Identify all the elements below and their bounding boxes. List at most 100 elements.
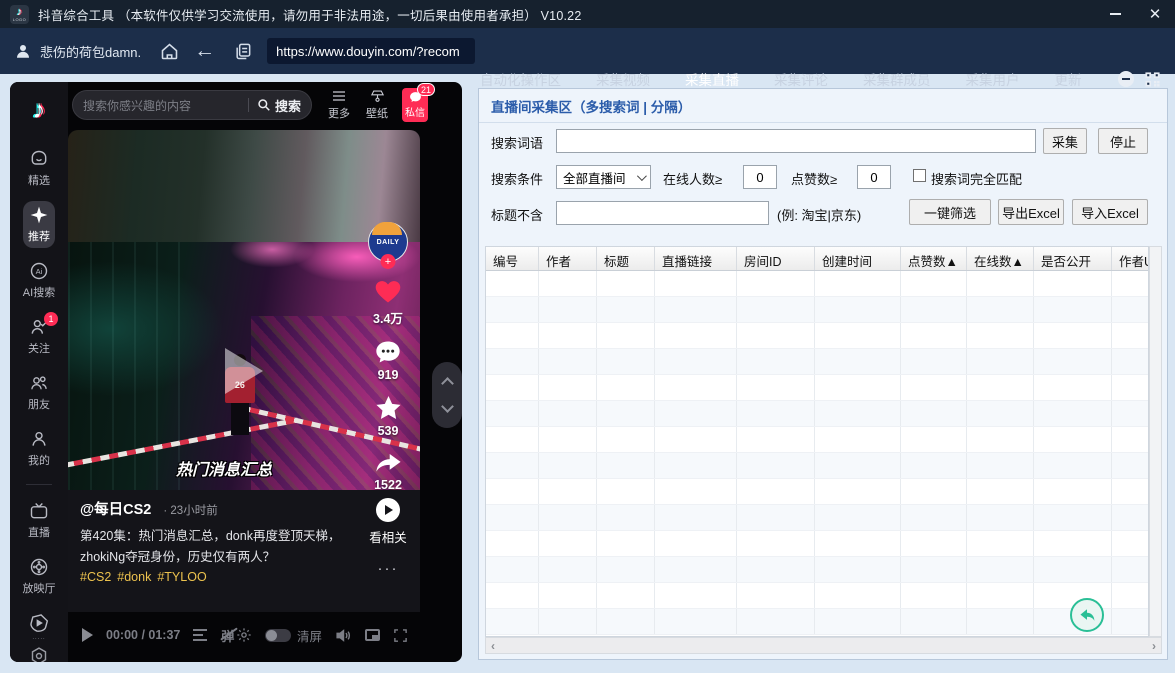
export-excel-button[interactable]: 导出Excel [998,199,1064,225]
column-header-8[interactable]: 是否公开 [1034,247,1112,270]
video-nav-pill [432,362,462,428]
hashtag-2[interactable]: #TYLOO [157,570,206,584]
collection-panel: 直播间采集区（多搜索词 | 分隔） 搜索词语 采集 停止 搜索条件 全部直播间 … [478,88,1168,660]
collect-button[interactable]: 采集 [1043,128,1087,154]
volume-icon[interactable] [335,628,352,643]
online-count-input[interactable] [743,165,777,189]
playlist-icon[interactable] [193,629,208,641]
back-icon[interactable]: ← [194,40,215,61]
table-row [486,505,1148,531]
app-title: 抖音综合工具 （本软件仅供学习交流使用，请勿用于非法用途，一切后果由使用者承担）… [38,8,582,23]
sidebar-item-live[interactable]: 直播 [23,497,55,544]
next-video-button[interactable] [440,399,454,413]
copy-pages-icon[interactable] [233,41,253,61]
sidebar-item-profile[interactable]: 我的 [23,425,55,472]
douyin-search-input[interactable]: 搜索你感兴趣的内容 搜索 [72,90,312,120]
column-header-4[interactable]: 房间ID [737,247,815,270]
app-logo-icon: ♪ LOGO [10,4,29,24]
sidebar-item-featured[interactable]: 精选 [23,145,55,192]
qr-code-icon[interactable] [1144,71,1161,88]
results-table: 编号作者标题直播链接房间ID创建时间点赞数▲在线数▲是否公开作者UI [485,246,1149,637]
video-caption: 热门消息汇总 [175,462,272,479]
pip-icon[interactable] [365,629,380,641]
related-videos-button[interactable]: 看相关 ··· [362,498,414,577]
reply-arrow-icon [1080,609,1095,621]
stop-button[interactable]: 停止 [1098,128,1148,154]
sidebar-divider [26,484,52,485]
floating-back-button[interactable] [1070,598,1104,632]
play-button[interactable] [82,628,93,642]
column-header-7[interactable]: 在线数▲ [967,247,1034,270]
table-row [486,453,1148,479]
time-display: 00:00 / 01:37 [106,628,181,642]
douyin-search-button[interactable]: 搜索 [257,96,301,115]
search-condition-label: 搜索条件 [491,172,544,187]
wallpaper-button[interactable]: 壁纸 [366,89,388,121]
player-controls: 00:00 / 01:37 弹 清屏 [68,612,420,658]
related-play-icon [376,498,400,522]
clear-screen-toggle[interactable] [264,628,291,642]
table-vertical-scrollbar[interactable] [1149,246,1162,637]
url-input[interactable] [267,38,476,64]
comment-count: 919 [377,368,399,382]
author-name[interactable]: @每日CS2 [80,502,151,518]
exact-match-checkbox[interactable] [913,169,926,182]
import-excel-button[interactable]: 导入Excel [1072,199,1148,225]
ai-search-icon: Ai [29,261,49,281]
clear-screen-label: 清屏 [296,629,322,644]
sidebar-item-cinema[interactable]: 放映厅 [18,553,61,600]
minimize-button[interactable] [1095,0,1135,28]
play-overlay-icon[interactable] [225,347,263,394]
one-click-filter-button[interactable]: 一键筛选 [909,199,991,225]
sidebar-item-ai-search[interactable]: Ai AI搜索 [18,257,60,304]
sidebar-item-mini-play[interactable]: ····· [24,609,54,646]
prev-video-button[interactable] [440,377,454,391]
video-card[interactable]: 26 热门消息汇总 DAILY + 3.4万 919 539 1522 @每日C… [68,130,420,658]
follow-plus-button[interactable]: + [380,254,396,269]
close-button[interactable]: ✕ [1135,0,1175,28]
fullscreen-icon[interactable] [393,628,408,643]
douyin-webview: ♪ 精选推荐AiAI搜索关注1朋友我的直播放映厅····· ? 搜索你感兴趣的内… [10,82,462,662]
douyin-logo-icon: ♪ [32,94,46,124]
danmaku-toggle[interactable]: 弹 [221,626,234,645]
scroll-right-icon[interactable]: › [1147,639,1161,653]
direct-message-button[interactable]: 私信 21 [402,83,435,122]
hamburger-icon [333,91,345,101]
more-menu-button[interactable]: 更多 [328,89,350,121]
mini-play-icon [29,613,49,633]
title-exclude-input[interactable] [556,201,769,225]
more-options-icon[interactable]: ··· [378,560,399,577]
scroll-left-icon[interactable]: ‹ [486,639,500,653]
star-favorite-icon[interactable] [374,394,403,421]
column-header-3[interactable]: 直播链接 [655,247,737,270]
table-horizontal-scrollbar[interactable]: ‹ › [485,637,1162,654]
settings-icon[interactable] [29,646,49,662]
panel-title: 直播间采集区（多搜索词 | 分隔） [479,89,1167,123]
column-header-0[interactable]: 编号 [486,247,539,270]
column-header-2[interactable]: 标题 [597,247,655,270]
search-words-input[interactable] [556,129,1036,153]
user-icon [14,42,32,60]
home-icon[interactable] [159,41,180,62]
hashtag-0[interactable]: #CS2 [80,570,111,584]
likes-count-input[interactable] [857,165,891,189]
author-avatar[interactable]: DAILY + [368,222,408,269]
column-header-6[interactable]: 点赞数▲ [901,247,967,270]
sidebar-item-sparkle[interactable]: 推荐 [23,201,55,248]
like-heart-icon[interactable] [373,278,403,305]
sidebar-item-follow[interactable]: 关注 1 [23,312,58,360]
column-header-5[interactable]: 创建时间 [815,247,901,270]
collapse-icon[interactable] [1118,71,1134,87]
comment-icon[interactable] [374,339,402,365]
settings-gear-icon[interactable] [236,627,252,643]
table-row [486,349,1148,375]
sidebar-item-friends[interactable]: 朋友 [23,369,55,416]
share-icon[interactable] [374,450,403,475]
column-header-9[interactable]: 作者UI [1112,247,1148,270]
minimize-icon [1109,13,1121,15]
video-info: @每日CS2 · 23小时前 第420集：热门消息汇总，donk再度登顶天梯，z… [68,490,420,612]
douyin-sidebar: ♪ 精选推荐AiAI搜索关注1朋友我的直播放映厅····· ? [10,82,68,662]
column-header-1[interactable]: 作者 [539,247,597,270]
hashtag-1[interactable]: #donk [117,570,151,584]
room-type-select[interactable]: 全部直播间 [556,165,651,189]
